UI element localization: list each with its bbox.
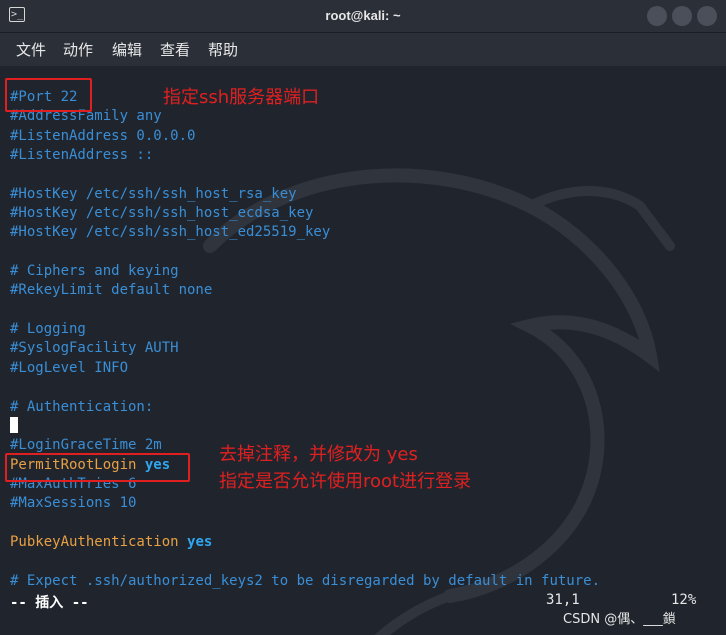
editor-line[interactable]: #HostKey /etc/ssh/ssh_host_ed25519_key [10, 223, 600, 242]
editor-line[interactable]: # Expect .ssh/authorized_keys2 to be dis… [10, 572, 600, 591]
editor-line[interactable]: # Authentication: [10, 398, 600, 417]
line-text: # Logging [10, 321, 86, 338]
highlight-port-box [5, 78, 92, 112]
line-text: #SyslogFacility AUTH [10, 340, 179, 357]
menu-file[interactable]: 文件 [16, 39, 46, 60]
line-text: #LogLevel INFO [10, 359, 129, 376]
line-text: #RekeyLimit default none [10, 282, 213, 299]
line-text: # Ciphers and keying [10, 263, 179, 280]
editor-line[interactable]: #ListenAddress :: [10, 146, 600, 165]
editor-line[interactable] [10, 416, 600, 436]
cursor-position: 31,1 [546, 592, 580, 608]
directive-value: yes [187, 533, 213, 550]
text-cursor [10, 416, 18, 433]
menu-actions[interactable]: 动作 [63, 39, 93, 60]
editor-line[interactable]: #AddressFamily any [10, 107, 600, 126]
editor-line[interactable]: # Ciphers and keying [10, 262, 600, 281]
maximize-button[interactable] [672, 6, 692, 26]
line-text: #MaxSessions 10 [10, 495, 137, 512]
editor-line[interactable] [10, 243, 600, 262]
terminal-content[interactable]: #Port 22 #AddressFamily any #ListenAddress… [0, 66, 726, 635]
editor-line[interactable]: #HostKey /etc/ssh/ssh_host_ecdsa_key [10, 204, 600, 223]
editor-line[interactable]: #LogLevel INFO [10, 359, 600, 378]
directive-name: PubkeyAuthentication [10, 533, 179, 550]
line-text: #ListenAddress 0.0.0.0 [10, 127, 196, 144]
editor-text[interactable]: #Port 22 #AddressFamily any #ListenAddress… [10, 88, 600, 591]
csdn-watermark: CSDN @偶、___鎖 [563, 612, 676, 627]
editor-line[interactable]: PubkeyAuthentication yes [10, 533, 600, 552]
line-text: # Expect .ssh/authorized_keys2 to be dis… [10, 572, 601, 589]
scroll-percent: 12% [671, 592, 697, 608]
editor-line[interactable]: #ListenAddress 0.0.0.0 [10, 127, 600, 146]
port-annotation: 指定ssh服务器端口 [163, 87, 320, 108]
line-text: # Authentication: [10, 398, 154, 415]
editor-line[interactable]: #RekeyLimit default none [10, 281, 600, 300]
minimize-button[interactable] [647, 6, 667, 26]
editor-line[interactable]: #MaxSessions 10 [10, 494, 600, 513]
line-text: #LoginGraceTime 2m [10, 437, 162, 454]
editor-line[interactable] [10, 165, 600, 184]
editor-line[interactable]: #SyslogFacility AUTH [10, 339, 600, 358]
line-text: #HostKey /etc/ssh/ssh_host_rsa_key [10, 185, 297, 202]
menu-edit[interactable]: 编辑 [112, 39, 142, 60]
highlight-permitrootlogin-box [5, 453, 190, 482]
window-title: root@kali: ~ [325, 8, 401, 23]
title-bar: >_ root@kali: ~ [0, 0, 726, 33]
menu-bar: 文件 动作 编辑 查看 帮助 [0, 33, 726, 66]
root-annotation-line1: 去掉注释，并修改为 yes [219, 444, 418, 465]
root-annotation-line2: 指定是否允许使用root进行登录 [219, 471, 472, 492]
editor-line[interactable] [10, 552, 600, 571]
menu-help[interactable]: 帮助 [208, 39, 238, 60]
editor-line[interactable]: # Logging [10, 320, 600, 339]
editor-line[interactable] [10, 301, 600, 320]
editor-line[interactable] [10, 514, 600, 533]
line-text: #HostKey /etc/ssh/ssh_host_ed25519_key [10, 224, 331, 241]
editor-line[interactable]: #HostKey /etc/ssh/ssh_host_rsa_key [10, 185, 600, 204]
close-button[interactable] [697, 6, 717, 26]
line-text: #HostKey /etc/ssh/ssh_host_ecdsa_key [10, 205, 314, 222]
line-text: #ListenAddress :: [10, 147, 154, 164]
menu-view[interactable]: 查看 [160, 39, 190, 60]
editor-line[interactable] [10, 378, 600, 397]
